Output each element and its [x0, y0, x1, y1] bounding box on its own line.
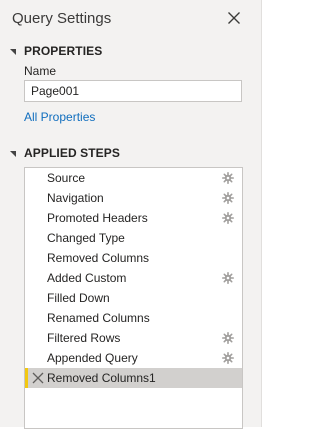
applied-step-label: Promoted Headers	[47, 211, 148, 225]
close-button[interactable]	[224, 8, 244, 28]
gear-icon[interactable]	[222, 272, 234, 284]
applied-steps-section-toggle[interactable]: APPLIED STEPS	[10, 146, 120, 160]
applied-step[interactable]: Renamed Columns	[25, 308, 242, 328]
applied-step-label: Removed Columns1	[47, 371, 156, 385]
properties-section-toggle[interactable]: PROPERTIES	[10, 44, 102, 58]
applied-step-label: Added Custom	[47, 271, 127, 285]
applied-step[interactable]: Navigation	[25, 188, 242, 208]
all-properties-link[interactable]: All Properties	[24, 110, 95, 124]
collapse-triangle-icon	[10, 48, 16, 55]
pane-title: Query Settings	[12, 10, 112, 27]
applied-step-label: Removed Columns	[47, 251, 150, 265]
applied-step[interactable]: Removed Columns	[25, 248, 242, 268]
applied-step[interactable]: Filtered Rows	[25, 328, 242, 348]
collapse-triangle-icon	[10, 150, 16, 157]
applied-step[interactable]: Changed Type	[25, 228, 242, 248]
applied-step-label: Source	[47, 171, 86, 185]
gear-icon[interactable]	[222, 192, 234, 204]
applied-step[interactable]: Promoted Headers	[25, 208, 242, 228]
applied-step[interactable]: Appended Query	[25, 348, 242, 368]
applied-step-label: Filled Down	[47, 291, 110, 305]
query-settings-pane: Query Settings PROPERTIES Name All Prope…	[0, 0, 262, 429]
applied-step-label: Filtered Rows	[47, 331, 121, 345]
gear-icon[interactable]	[222, 352, 234, 364]
close-icon	[228, 12, 240, 24]
gear-icon[interactable]	[222, 212, 234, 224]
applied-step[interactable]: Added Custom	[25, 268, 242, 288]
properties-heading: PROPERTIES	[24, 44, 103, 58]
applied-step-label: Renamed Columns	[47, 311, 150, 325]
name-label: Name	[24, 64, 57, 78]
gear-icon[interactable]	[222, 332, 234, 344]
applied-step-label: Appended Query	[47, 351, 138, 365]
applied-step[interactable]: Source	[25, 168, 242, 188]
applied-step-label: Changed Type	[47, 231, 125, 245]
applied-step[interactable]: Filled Down	[25, 288, 242, 308]
applied-steps-heading: APPLIED STEPS	[24, 146, 120, 160]
gear-icon[interactable]	[222, 172, 234, 184]
applied-step-label: Navigation	[47, 191, 104, 205]
delete-step-icon[interactable]	[32, 372, 44, 384]
query-name-input[interactable]	[24, 80, 242, 102]
applied-step[interactable]: Removed Columns1	[25, 368, 242, 388]
applied-steps-list: Source Navigation Promoted Headers Changed …	[24, 167, 243, 429]
